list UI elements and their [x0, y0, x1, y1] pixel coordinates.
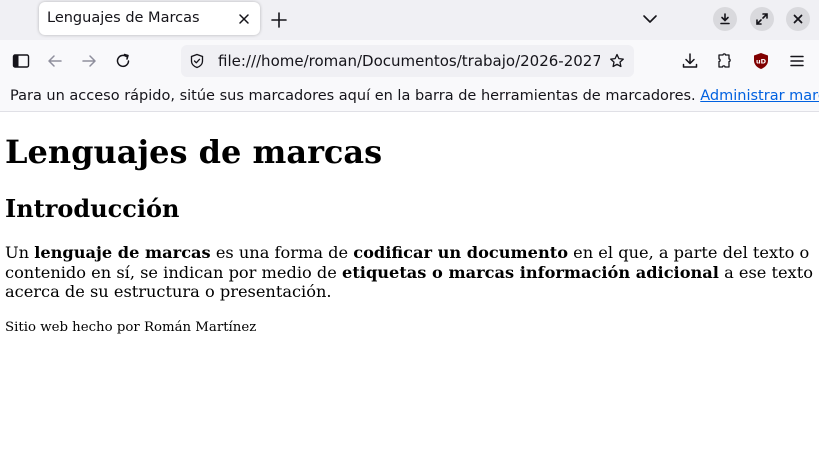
site-footer: Sitio web hecho por Román Martínez	[5, 320, 257, 335]
url-text[interactable]: file:///home/roman/Documentos/trabajo/20…	[218, 52, 600, 70]
bookmarks-toolbar: Para un acceso rápido, sitúe sus marcado…	[0, 82, 819, 112]
list-all-tabs-icon[interactable]	[641, 11, 659, 27]
tracking-protection-shield-icon[interactable]	[189, 53, 205, 69]
reload-icon[interactable]	[114, 52, 132, 70]
close-tab-icon[interactable]	[236, 11, 252, 27]
section-heading: Introducción	[5, 194, 180, 223]
sidebar-icon[interactable]	[12, 52, 30, 70]
page-title: Lenguajes de marcas	[5, 133, 383, 171]
downloads-icon[interactable]	[681, 52, 699, 70]
paragraph-text-2: es una forma de	[210, 243, 354, 262]
close-icon	[793, 14, 803, 24]
back-icon[interactable]	[46, 52, 64, 70]
forward-icon[interactable]	[80, 52, 98, 70]
menu-icon[interactable]	[788, 52, 806, 70]
url-bar[interactable]: file:///home/roman/Documentos/trabajo/20…	[181, 45, 634, 77]
bookmarks-empty-message: Para un acceso rápido, sitúe sus marcado…	[10, 88, 696, 104]
navigation-toolbar: file:///home/roman/Documentos/trabajo/20…	[0, 40, 819, 82]
minimize-button[interactable]	[713, 7, 737, 31]
new-tab-icon[interactable]	[270, 11, 288, 29]
bold-term-etiquetas: etiquetas o marcas información adicional	[342, 262, 719, 282]
bold-term-lenguaje: lenguaje de marcas	[34, 243, 211, 262]
bookmarks-empty-message-container: Para un acceso rápido, sitúe sus marcado…	[10, 88, 819, 104]
manage-bookmarks-link[interactable]: Administrar marcadores…	[700, 88, 819, 104]
maximize-button[interactable]	[750, 7, 774, 31]
bookmark-star-icon[interactable]	[609, 53, 625, 69]
minimize-icon	[720, 13, 730, 25]
paragraph-text-1: Un	[5, 243, 35, 262]
intro-paragraph: Un lenguaje de marcas es una forma de co…	[5, 243, 813, 302]
tab-title: Lenguajes de Marcas	[47, 10, 200, 26]
close-window-button[interactable]	[786, 7, 810, 31]
tab-lenguajes-de-marcas[interactable]: Lenguajes de Marcas	[39, 2, 260, 35]
svg-text:uD: uD	[756, 58, 767, 66]
extensions-icon[interactable]	[716, 52, 734, 70]
tab-strip: Lenguajes de Marcas	[0, 0, 819, 40]
bold-term-codificar: codificar un documento	[353, 243, 569, 262]
ublock-origin-icon[interactable]: uD	[752, 52, 770, 70]
maximize-icon	[756, 13, 768, 25]
